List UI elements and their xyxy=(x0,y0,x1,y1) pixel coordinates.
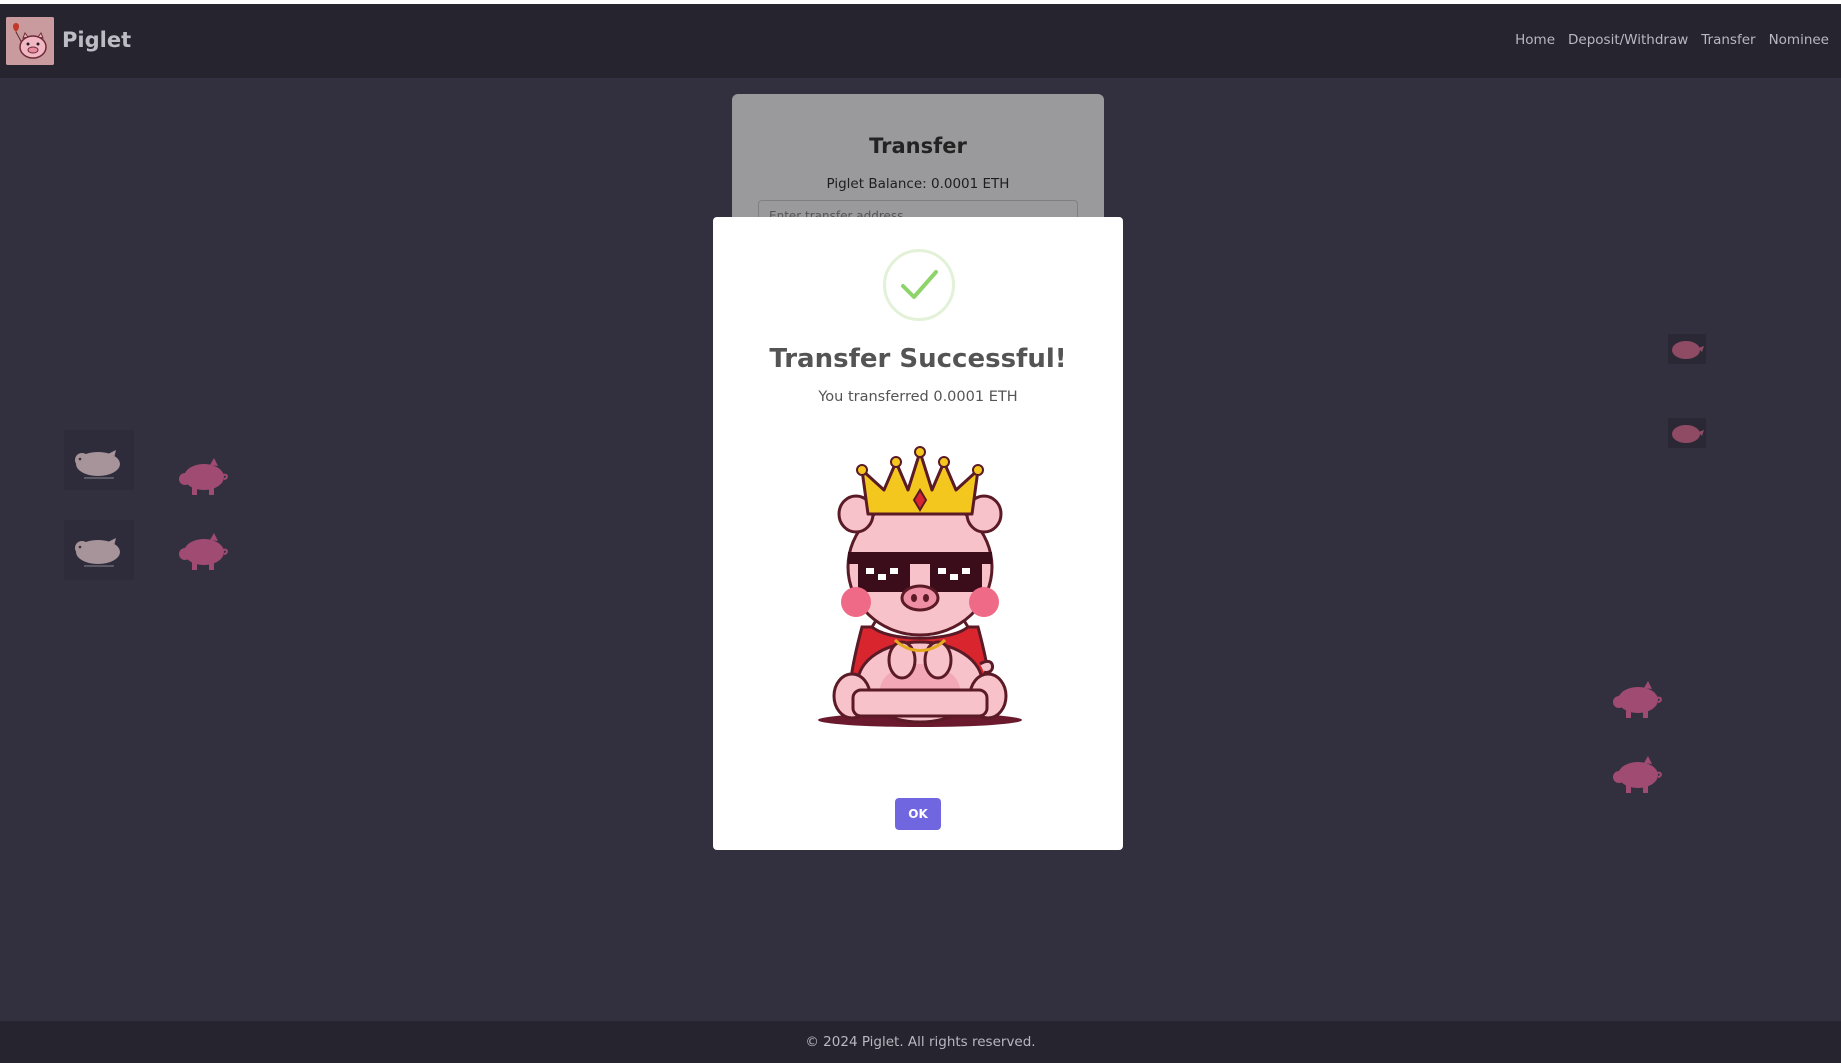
nav-transfer[interactable]: Transfer xyxy=(1701,32,1755,48)
modal-message: You transferred 0.0001 ETH xyxy=(818,389,1018,405)
king-pig-image xyxy=(810,442,1030,732)
footer: © 2024 Piglet. All rights reserved. xyxy=(0,1021,1841,1063)
footer-copyright: © 2024 Piglet. All rights reserved. xyxy=(805,1034,1036,1050)
brand-name[interactable]: Piglet xyxy=(62,28,131,52)
success-check-icon xyxy=(883,249,955,321)
brand-logo[interactable] xyxy=(6,17,54,65)
nav-links: Home Deposit/Withdraw Transfer Nominee xyxy=(1515,32,1829,48)
pig-balloon-icon xyxy=(6,17,54,65)
ok-button[interactable]: OK xyxy=(895,798,941,830)
nav-deposit-withdraw[interactable]: Deposit/Withdraw xyxy=(1568,32,1688,48)
nav-home[interactable]: Home xyxy=(1515,32,1555,48)
success-modal: Transfer Successful! You transferred 0.0… xyxy=(713,217,1123,850)
nav-nominee[interactable]: Nominee xyxy=(1769,32,1829,48)
modal-title: Transfer Successful! xyxy=(769,344,1067,374)
navbar: Piglet Home Deposit/Withdraw Transfer No… xyxy=(0,4,1841,78)
